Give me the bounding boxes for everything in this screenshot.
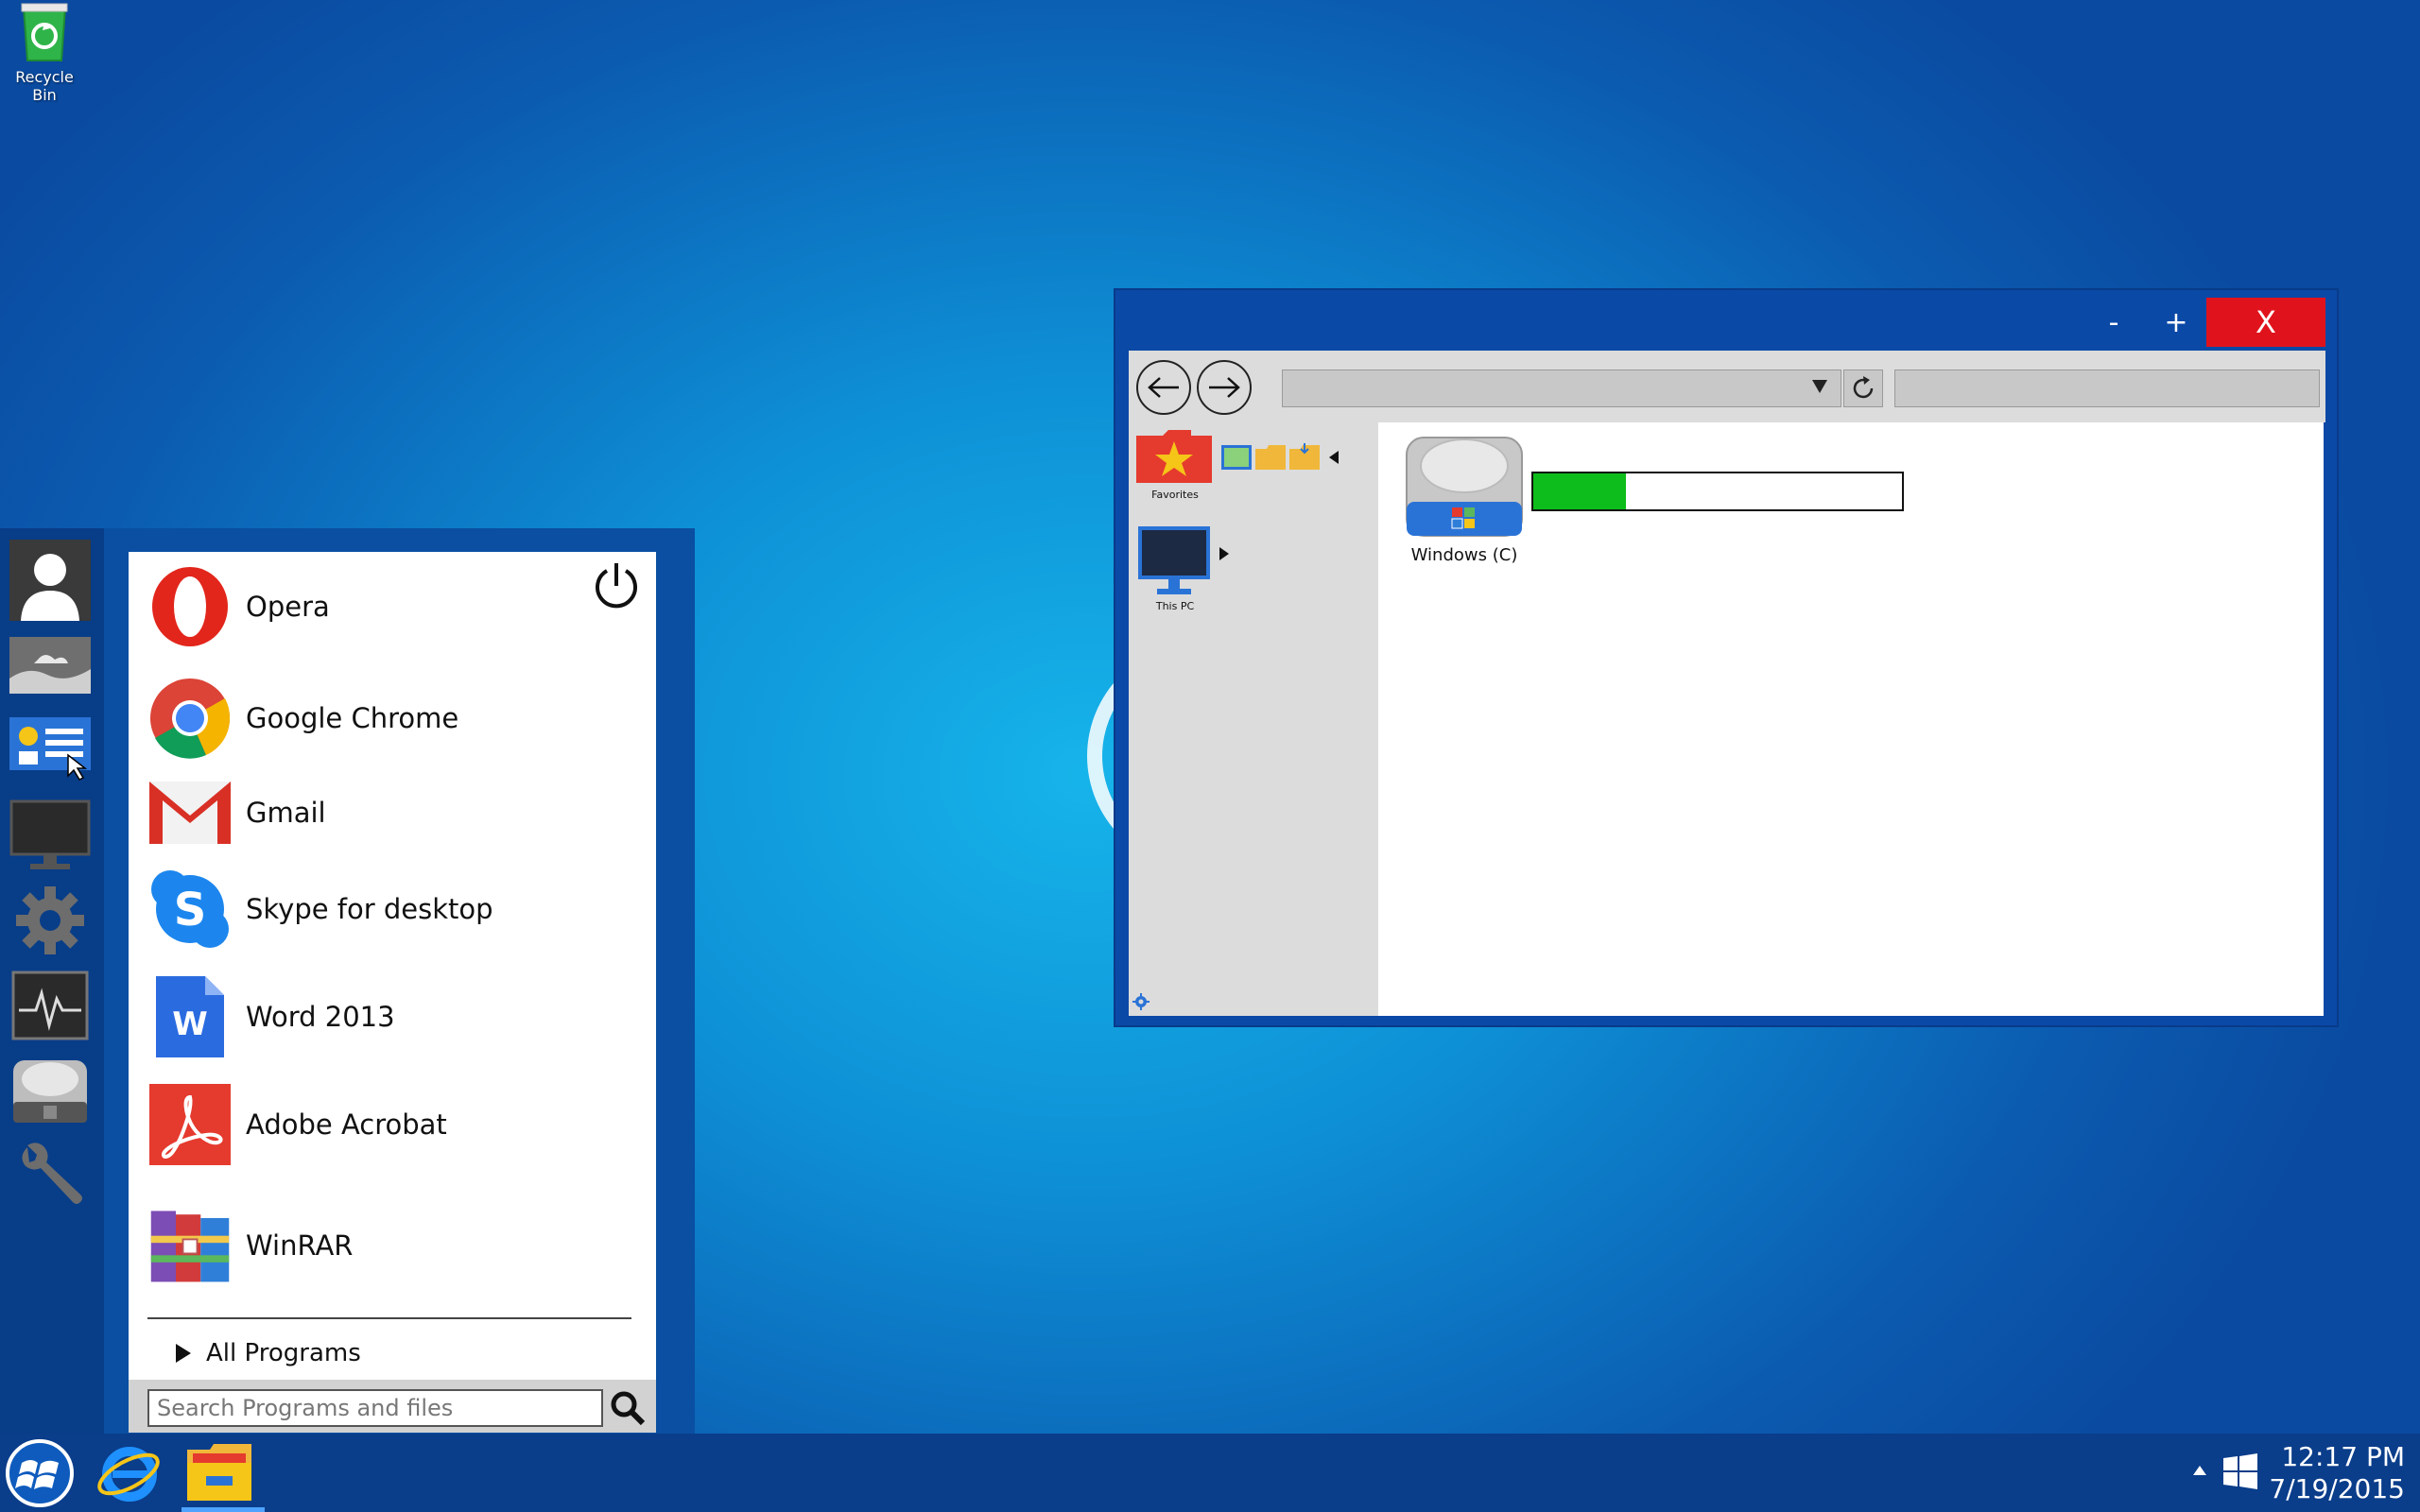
taskbar-internet-explorer[interactable] (91, 1437, 166, 1509)
close-button[interactable]: X (2206, 298, 2325, 347)
user-account-button[interactable] (8, 538, 93, 623)
start-button[interactable] (2, 1437, 78, 1509)
minimize-button[interactable]: - (2091, 298, 2136, 347)
start-menu-panel: Opera Google Chrome Gmail S Skype for de… (129, 552, 656, 1433)
opera-icon (147, 564, 233, 649)
app-item-winrar[interactable]: WinRAR (147, 1198, 639, 1293)
app-label: Word 2013 (246, 1001, 395, 1033)
app-item-acrobat[interactable]: Adobe Acrobat (147, 1077, 639, 1172)
drive-label: Windows (C) (1410, 545, 1518, 565)
computer-icon (1138, 526, 1210, 594)
monitor-button[interactable] (8, 793, 93, 878)
clock-date[interactable]: 7/19/2015 (2269, 1473, 2405, 1504)
folder-icon[interactable] (1255, 445, 1286, 470)
this-pc-item[interactable]: This PC (1136, 524, 1214, 612)
search-input[interactable] (147, 1389, 603, 1427)
pictures-folder-icon[interactable] (1221, 445, 1252, 470)
favorites-folder-icon (1136, 430, 1212, 483)
app-label: Adobe Acrobat (246, 1108, 447, 1141)
favorites-label: Favorites (1151, 489, 1199, 501)
forward-button[interactable] (1197, 360, 1252, 415)
drive-item-windows-c[interactable]: Windows (C) (1403, 434, 1526, 566)
start-search-bar (129, 1380, 656, 1433)
app-label: Skype for desktop (246, 893, 493, 925)
menu-divider (147, 1317, 631, 1319)
word-icon: W (147, 974, 233, 1059)
control-panel-button[interactable] (8, 708, 93, 793)
winrar-icon (147, 1203, 233, 1288)
user-icon (9, 540, 91, 621)
favorites-item[interactable]: Favorites (1134, 428, 1216, 501)
file-explorer-icon (187, 1444, 251, 1501)
app-label: Google Chrome (246, 702, 459, 734)
start-menu-rail (0, 528, 104, 1434)
acrobat-icon (147, 1082, 233, 1167)
settings-button[interactable] (8, 878, 93, 963)
refresh-icon (1853, 376, 1874, 399)
back-button[interactable] (1136, 360, 1191, 415)
settings-small-icon[interactable] (1132, 993, 1150, 1010)
windows-drive-icon (1406, 437, 1523, 537)
activity-monitor-icon (11, 971, 89, 1040)
maximize-button[interactable]: + (2153, 298, 2199, 347)
address-bar[interactable] (1282, 369, 1841, 407)
navigation-bar (1129, 351, 2325, 422)
expand-arrow-icon[interactable] (1219, 547, 1229, 560)
recycle-bin-label: Recycle Bin (15, 68, 74, 104)
collapse-arrow-icon[interactable] (1329, 451, 1339, 464)
svg-text:W: W (172, 1005, 208, 1043)
start-menu: Opera Google Chrome Gmail S Skype for de… (0, 528, 695, 1434)
recycle-bin[interactable]: Recycle Bin (2, 2, 87, 104)
app-item-opera[interactable]: Opera (147, 559, 639, 654)
tools-button[interactable] (8, 1133, 93, 1218)
app-label: Gmail (246, 797, 326, 829)
explorer-search-field[interactable] (1894, 369, 2320, 407)
chevron-down-icon[interactable] (1812, 380, 1827, 393)
power-button[interactable] (590, 559, 643, 612)
expand-arrow-icon (176, 1344, 191, 1363)
file-explorer-window: - + X Favorites This PC Windows (C) (1114, 288, 2339, 1027)
content-pane: Windows (C) (1378, 422, 2324, 1016)
app-label: Opera (246, 591, 330, 623)
wrench-icon (22, 1143, 83, 1204)
this-pc-label: This PC (1155, 600, 1195, 612)
active-window-indicator (182, 1507, 265, 1512)
svg-text:S: S (174, 884, 207, 936)
drive-button[interactable] (8, 1048, 93, 1133)
refresh-button[interactable] (1843, 369, 1883, 407)
internet-explorer-icon (97, 1447, 160, 1502)
activity-monitor-button[interactable] (8, 963, 93, 1048)
arrow-right-icon (1209, 377, 1240, 398)
search-icon[interactable] (609, 1389, 647, 1427)
app-item-skype[interactable]: S Skype for desktop (147, 862, 639, 956)
power-icon (596, 563, 637, 609)
navigation-pane: Favorites This PC (1129, 422, 1378, 1016)
all-programs-label: All Programs (206, 1339, 361, 1367)
app-item-chrome[interactable]: Google Chrome (147, 671, 639, 765)
windows-logo-icon (6, 1439, 74, 1507)
app-label: WinRAR (246, 1229, 354, 1262)
all-programs-button[interactable]: All Programs (176, 1334, 361, 1372)
taskbar: 12:17 PM 7/19/2015 (0, 1434, 2420, 1512)
windows-flag-icon[interactable] (2221, 1452, 2259, 1490)
downloads-folder-icon[interactable] (1289, 443, 1320, 470)
arrow-left-icon (1148, 377, 1179, 398)
drive-usage-fill (1533, 473, 1626, 509)
monitor-icon (9, 799, 91, 869)
taskbar-file-explorer[interactable] (182, 1437, 257, 1509)
pictures-button[interactable] (8, 623, 93, 708)
app-item-word[interactable]: W Word 2013 (147, 970, 639, 1064)
app-item-gmail[interactable]: Gmail (147, 765, 639, 860)
skype-icon: S (147, 867, 233, 952)
gmail-icon (147, 770, 233, 855)
chrome-icon (147, 676, 233, 761)
show-hidden-icons-button[interactable] (2193, 1466, 2206, 1475)
drive-usage-bar (1531, 472, 1904, 511)
drive-icon (13, 1060, 87, 1123)
recycle-bin-icon (21, 3, 68, 61)
pictures-icon (9, 637, 91, 694)
control-panel-icon (9, 717, 91, 781)
settings-gear-icon (16, 886, 84, 954)
clock-time[interactable]: 12:17 PM (2269, 1441, 2405, 1472)
